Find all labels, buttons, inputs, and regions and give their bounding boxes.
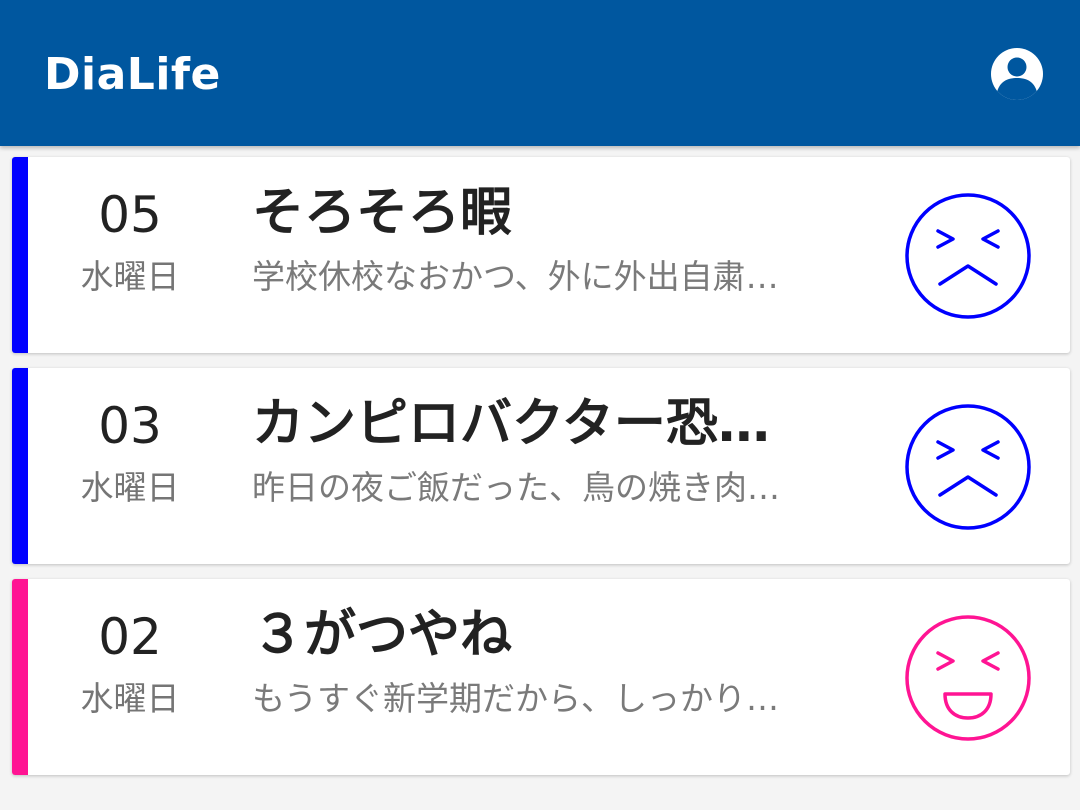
- entry-day: 05: [98, 186, 162, 244]
- entry-title: カンピロバクター恐…: [252, 394, 770, 454]
- app-bar: DiaLife: [0, 0, 1080, 146]
- diary-entry-card[interactable]: 03 水曜日 カンピロバクター恐… 昨日の夜ご飯だった、鳥の焼き肉…: [12, 368, 1070, 564]
- app-title: DiaLife: [44, 49, 221, 100]
- account-circle-icon: [991, 48, 1043, 100]
- diary-entry-card[interactable]: 02 水曜日 ３がつやね もうすぐ新学期だから、しっかり…: [12, 579, 1070, 775]
- entry-weekday: 水曜日: [80, 468, 180, 507]
- happy-face-icon: [905, 615, 1031, 741]
- mood-accent-bar: [12, 368, 28, 564]
- entry-day: 02: [98, 608, 162, 666]
- mood-accent-bar: [12, 157, 28, 353]
- diary-entry-list: 05 水曜日 そろそろ暇 学校休校なおかつ、外に外出自粛… 03 水曜日 カンピ…: [12, 157, 1070, 790]
- mood-accent-bar: [12, 579, 28, 775]
- entry-weekday: 水曜日: [80, 257, 180, 296]
- entry-title: そろそろ暇: [252, 183, 513, 243]
- sad-face-icon: [905, 193, 1031, 319]
- entry-title: ３がつやね: [252, 605, 513, 665]
- entry-day: 03: [98, 397, 162, 455]
- account-button[interactable]: [988, 45, 1046, 103]
- entry-weekday: 水曜日: [80, 679, 180, 718]
- sad-face-icon: [905, 404, 1031, 530]
- entry-excerpt: 学校休校なおかつ、外に外出自粛…: [252, 257, 779, 296]
- entry-excerpt: もうすぐ新学期だから、しっかり…: [252, 679, 780, 718]
- entry-excerpt: 昨日の夜ご飯だった、鳥の焼き肉…: [252, 468, 780, 507]
- diary-entry-card[interactable]: 05 水曜日 そろそろ暇 学校休校なおかつ、外に外出自粛…: [12, 157, 1070, 353]
